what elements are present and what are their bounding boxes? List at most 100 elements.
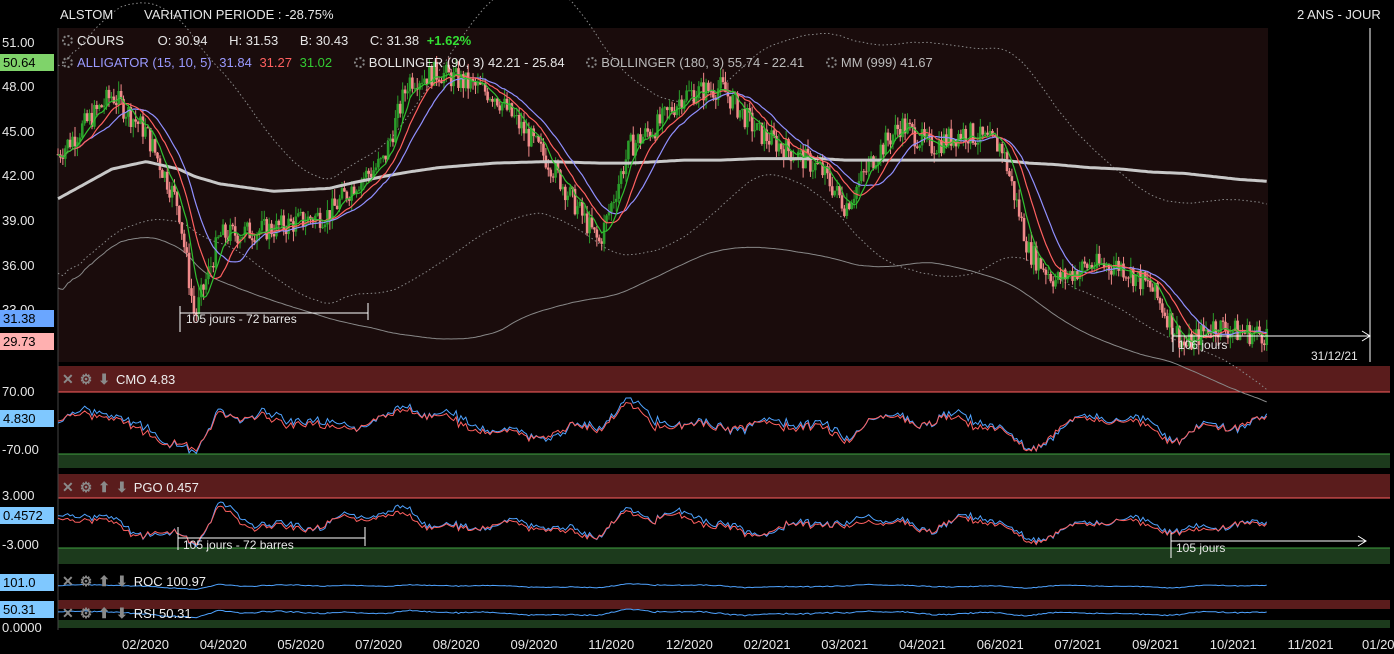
candle-body xyxy=(908,122,912,125)
date-mark: 31/12/21 xyxy=(1311,349,1358,363)
candle-body xyxy=(343,188,346,192)
period-button[interactable]: 2 ANS - JOUR xyxy=(1297,7,1381,22)
candle-body xyxy=(182,233,186,248)
time-tick-label: 01/20 xyxy=(1362,637,1394,652)
candle-body xyxy=(593,227,596,230)
candle-body xyxy=(1165,316,1169,328)
candle-body xyxy=(539,141,543,144)
candle-body xyxy=(847,203,851,210)
candle-body xyxy=(124,116,128,119)
candle-body xyxy=(340,188,344,199)
arrow-down-icon[interactable]: ⬇ xyxy=(116,605,128,622)
candle-body xyxy=(364,170,368,178)
candle-body xyxy=(1015,199,1019,201)
candle-body xyxy=(585,213,589,234)
arrow-up-icon[interactable]: ⬆ xyxy=(98,479,110,496)
gear-icon[interactable] xyxy=(586,57,598,68)
ruler-label-2: 106 jours xyxy=(1178,338,1228,352)
candle-body xyxy=(743,108,747,128)
low-price-tag: 29.73 xyxy=(0,333,54,350)
candle-body xyxy=(413,88,417,90)
candle-body xyxy=(457,68,460,88)
candle-body xyxy=(221,224,225,236)
cmo-signal-line xyxy=(57,401,1268,452)
gear-icon[interactable]: ⚙ xyxy=(80,479,93,496)
candle-body xyxy=(932,153,936,155)
candle-body xyxy=(617,183,620,199)
arrow-up-icon[interactable]: ⬆ xyxy=(98,573,110,590)
candle-body xyxy=(981,126,985,135)
candle-body xyxy=(551,176,555,178)
candle-body xyxy=(214,237,218,268)
candle-body xyxy=(879,144,883,161)
candle-body xyxy=(687,90,691,92)
arrow-down-icon[interactable]: ⬇ xyxy=(116,479,128,496)
rsi-panel-header: ✕ ⚙ ⬆ ⬇ RSI 50.31 xyxy=(62,605,192,622)
candle-body xyxy=(1146,280,1150,282)
rsi-value-tag: 50.31 xyxy=(0,601,54,618)
candle-body xyxy=(1039,257,1043,269)
candle-body xyxy=(1044,269,1048,275)
candle-body xyxy=(525,128,528,134)
candle-body xyxy=(1097,253,1101,264)
candle-body xyxy=(920,129,924,146)
candle-body xyxy=(1243,332,1247,334)
candle-body xyxy=(1263,343,1266,346)
gear-icon[interactable] xyxy=(353,57,365,68)
candle-body xyxy=(233,226,237,236)
candle-body xyxy=(612,201,616,204)
candle-body xyxy=(1168,313,1171,328)
candle-body xyxy=(71,136,74,148)
candle-body xyxy=(250,238,254,241)
candle-body xyxy=(452,72,455,87)
candle-body xyxy=(95,104,99,109)
candle-body xyxy=(493,98,497,102)
close-icon[interactable]: ✕ xyxy=(62,371,74,388)
candle-body xyxy=(665,107,669,111)
close-icon[interactable]: ✕ xyxy=(62,605,74,622)
candle-body xyxy=(595,229,599,238)
close-icon[interactable]: ✕ xyxy=(62,573,74,590)
arrow-down-icon[interactable]: ⬇ xyxy=(98,371,110,388)
close-icon[interactable]: ✕ xyxy=(62,479,74,496)
ruler-label-1: 105 jours - 72 barres xyxy=(186,312,297,326)
candle-body xyxy=(156,152,159,159)
gear-icon[interactable] xyxy=(62,57,73,68)
gear-icon[interactable] xyxy=(62,35,73,46)
candle-body xyxy=(1148,280,1152,288)
candle-body xyxy=(729,96,732,109)
candle-body xyxy=(719,77,722,89)
candle-body xyxy=(1209,333,1213,335)
candle-body xyxy=(1173,334,1176,336)
gear-icon[interactable] xyxy=(825,57,837,68)
candle-body xyxy=(357,189,361,191)
candle-body xyxy=(289,218,293,222)
pgo-value-tag: 0.4572 xyxy=(0,507,54,524)
gear-icon[interactable]: ⚙ xyxy=(80,605,93,622)
change-value: +1.62% xyxy=(426,33,472,48)
candle-body xyxy=(1003,152,1006,154)
candle-body xyxy=(549,169,553,177)
candle-body xyxy=(500,103,504,111)
gear-icon[interactable]: ⚙ xyxy=(80,371,93,388)
time-tick-label: 06/2021 xyxy=(976,637,1024,652)
arrow-up-icon[interactable]: ⬆ xyxy=(98,605,110,622)
time-tick-label: 11/2020 xyxy=(588,637,635,652)
candle-body xyxy=(860,171,863,182)
candle-body xyxy=(522,121,526,134)
candle-body xyxy=(1054,279,1057,287)
arrow-down-icon[interactable]: ⬇ xyxy=(116,573,128,590)
time-tick-label: 10/2021 xyxy=(1209,637,1257,652)
gear-icon[interactable]: ⚙ xyxy=(80,573,93,590)
pgo-overbought-zone xyxy=(58,474,1390,498)
candle-body xyxy=(753,130,756,132)
candle-body xyxy=(721,77,725,83)
indicators-legend: ALLIGATOR (15, 10, 5) 31.84 31.27 31.02 … xyxy=(62,55,937,70)
candle-body xyxy=(1151,287,1154,292)
candle-body xyxy=(420,82,424,84)
candle-body xyxy=(770,130,773,145)
low-value: B: 30.43 xyxy=(299,33,349,48)
candle-body xyxy=(996,137,999,152)
candle-body xyxy=(61,157,65,159)
candle-body xyxy=(114,103,118,105)
